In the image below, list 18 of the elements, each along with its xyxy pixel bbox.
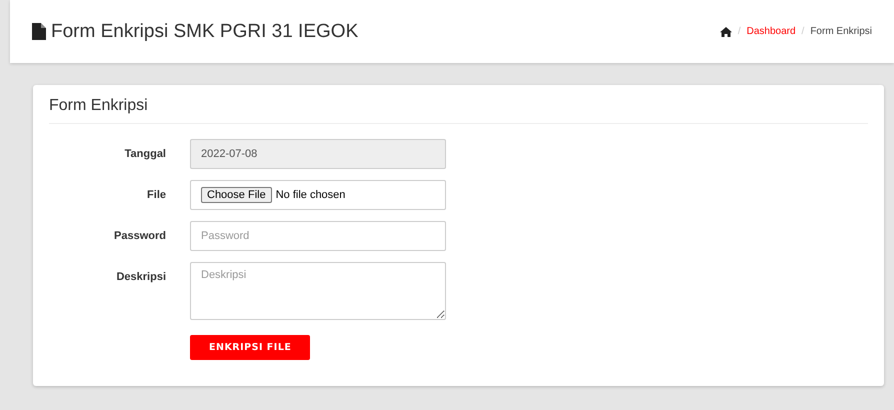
field-label: Password: [113, 229, 166, 244]
encrypt-file-button[interactable]: ENKRIPSI FILE: [190, 335, 310, 360]
home-icon[interactable]: [720, 26, 732, 36]
document-icon: [32, 23, 46, 40]
file-field[interactable]: Choose File No file chosen: [190, 180, 446, 210]
breadcrumb-current: Form Enkripsi: [810, 26, 872, 37]
description-field[interactable]: Deskripsi: [190, 262, 446, 320]
field-label: Tanggal: [124, 147, 166, 162]
card-title: Form Enkripsi: [49, 97, 868, 124]
breadcrumb-separator: /: [738, 26, 741, 37]
choose-file-button[interactable]: Choose File: [201, 187, 272, 203]
field-label: File: [146, 188, 166, 203]
breadcrumb-separator: /: [802, 26, 804, 37]
password-field[interactable]: Password: [190, 221, 446, 251]
page-title: Form Enkripsi SMK PGRI 31 IEGOK: [51, 20, 358, 42]
field-label: Deskripsi: [115, 270, 166, 285]
breadcrumb-link[interactable]: Dashboard: [746, 26, 796, 37]
file-status: No file chosen: [276, 189, 346, 201]
